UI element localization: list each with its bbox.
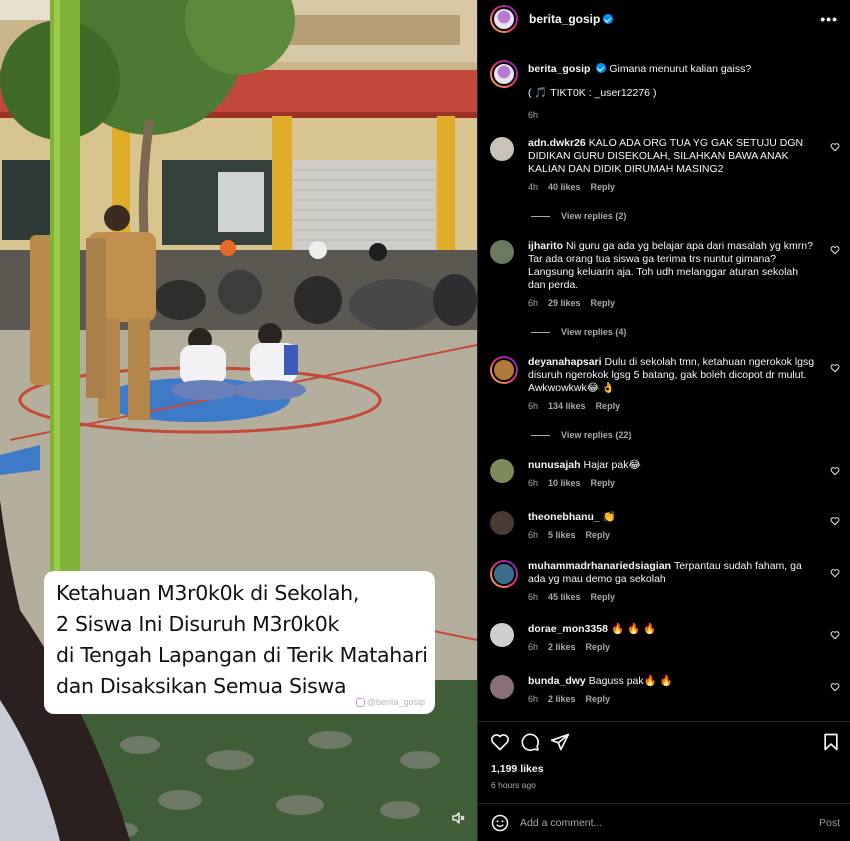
like-comment-icon[interactable]	[830, 682, 840, 692]
post-header: berita_gosip •••	[478, 0, 850, 38]
action-bar: 1,199 likes 6 hours ago Add a comment...…	[478, 721, 850, 841]
comment-time: 6h	[528, 592, 539, 602]
view-replies-button[interactable]: View replies (4)	[531, 327, 626, 337]
caption-credit: ( 🎵 TIKT0K : _user12276 )	[528, 87, 657, 99]
reply-button[interactable]: Reply	[586, 529, 611, 542]
comment-avatar[interactable]	[490, 623, 514, 647]
comment-text: Hajar pak😂	[583, 459, 641, 471]
author-avatar[interactable]	[490, 5, 518, 33]
add-comment-row: Add a comment... Post	[478, 803, 850, 841]
comment-avatar[interactable]	[490, 137, 514, 161]
bookmark-icon[interactable]	[821, 732, 841, 752]
comment-username[interactable]: bunda_dwy	[528, 675, 586, 687]
caption-time: 6h	[528, 110, 539, 120]
comment-likes[interactable]: 5 likes	[548, 529, 576, 542]
comment-username[interactable]: ijharito	[528, 240, 563, 252]
comment-time: 6h	[528, 642, 539, 652]
reply-button[interactable]: Reply	[586, 693, 611, 706]
comment-likes[interactable]: 45 likes	[548, 591, 581, 604]
comment-avatar[interactable]	[490, 240, 514, 264]
share-icon[interactable]	[550, 732, 570, 752]
author-username[interactable]: berita_gosip	[529, 10, 614, 28]
speaker-muted-icon[interactable]	[448, 808, 468, 828]
comment-likes[interactable]: 29 likes	[548, 297, 581, 310]
reply-button[interactable]: Reply	[591, 477, 616, 490]
comment-text: Ni guru ga ada yg belajar apa dari masal…	[528, 240, 813, 291]
verified-icon	[596, 63, 607, 73]
comment-likes[interactable]: 10 likes	[548, 477, 581, 490]
caption-line: 2 Siswa Ini Disuruh M3r0k0k	[56, 612, 340, 636]
post-modal: Ketahuan M3r0k0k di Sekolah, 2 Siswa Ini…	[0, 0, 850, 841]
likes-count[interactable]: 1,199 likes	[491, 763, 544, 775]
comment-username[interactable]: muhammadrhanariedsiagian	[528, 560, 671, 572]
add-comment-input[interactable]: Add a comment...	[520, 817, 819, 829]
comment-likes[interactable]: 134 likes	[548, 400, 586, 413]
watermark-text: @berita_gosip	[366, 697, 425, 707]
view-replies-button[interactable]: View replies (2)	[531, 211, 626, 221]
comment-text: 🔥 🔥 🔥	[610, 623, 657, 635]
caption-line: di Tengah Lapangan di Terik Matahari	[56, 643, 428, 667]
comment-username[interactable]: adn.dwkr26	[528, 137, 586, 149]
caption-username[interactable]: berita_gosip	[528, 63, 590, 75]
post-comment-button[interactable]: Post	[819, 817, 840, 829]
like-comment-icon[interactable]	[830, 568, 840, 578]
comment-likes[interactable]: 2 likes	[548, 641, 576, 654]
post-timestamp: 6 hours ago	[491, 780, 536, 790]
comment-time: 6h	[528, 478, 539, 488]
comment-username[interactable]: theonebhanu_	[528, 511, 600, 523]
comment-time: 6h	[528, 298, 539, 308]
like-comment-icon[interactable]	[830, 142, 840, 152]
like-comment-icon[interactable]	[830, 630, 840, 640]
like-comment-icon[interactable]	[830, 466, 840, 476]
like-comment-icon[interactable]	[830, 516, 840, 526]
comment-text: 👏	[602, 511, 616, 523]
reply-button[interactable]: Reply	[591, 591, 616, 604]
comment-avatar[interactable]	[490, 675, 514, 699]
comment-username[interactable]: deyanahapsari	[528, 356, 602, 368]
comment-username[interactable]: nunusajah	[528, 459, 581, 471]
comment-likes[interactable]: 2 likes	[548, 693, 576, 706]
comment-likes[interactable]: 40 likes	[548, 181, 581, 194]
comment-username[interactable]: dorae_mon3358	[528, 623, 608, 635]
reply-button[interactable]: Reply	[586, 641, 611, 654]
comment-icon[interactable]	[520, 732, 540, 752]
video-frame	[0, 0, 477, 841]
video-caption: Ketahuan M3r0k0k di Sekolah, 2 Siswa Ini…	[44, 571, 435, 714]
caption-text: Gimana menurut kalian gaiss?	[609, 63, 752, 75]
comment-time: 6h	[528, 694, 539, 704]
post-panel: berita_gosip ••• berita_gosip Gimana men…	[477, 0, 850, 841]
verified-icon	[603, 14, 614, 24]
heart-icon[interactable]	[490, 732, 510, 752]
more-options-icon[interactable]: •••	[820, 11, 838, 27]
caption-avatar[interactable]	[490, 60, 518, 88]
comment-text: Baguss pak🔥 🔥	[588, 675, 673, 687]
comment-time: 6h	[528, 530, 539, 540]
comment-time: 4h	[528, 182, 539, 192]
emoji-icon[interactable]	[490, 813, 510, 833]
reply-button[interactable]: Reply	[591, 297, 616, 310]
caption-line: Ketahuan M3r0k0k di Sekolah,	[56, 581, 360, 605]
comment-avatar[interactable]	[490, 356, 518, 384]
reply-button[interactable]: Reply	[596, 400, 621, 413]
comment-avatar[interactable]	[490, 459, 514, 483]
comment-avatar[interactable]	[490, 560, 518, 588]
reply-button[interactable]: Reply	[591, 181, 616, 194]
view-replies-button[interactable]: View replies (22)	[531, 430, 631, 440]
post-video[interactable]: Ketahuan M3r0k0k di Sekolah, 2 Siswa Ini…	[0, 0, 477, 841]
comment-time: 6h	[528, 401, 539, 411]
watermark: @berita_gosip	[355, 697, 425, 707]
like-comment-icon[interactable]	[830, 363, 840, 373]
like-comment-icon[interactable]	[830, 245, 840, 255]
instagram-icon	[355, 697, 365, 707]
comments-list: berita_gosip Gimana menurut kalian gaiss…	[478, 38, 850, 721]
comment-avatar[interactable]	[490, 511, 514, 535]
